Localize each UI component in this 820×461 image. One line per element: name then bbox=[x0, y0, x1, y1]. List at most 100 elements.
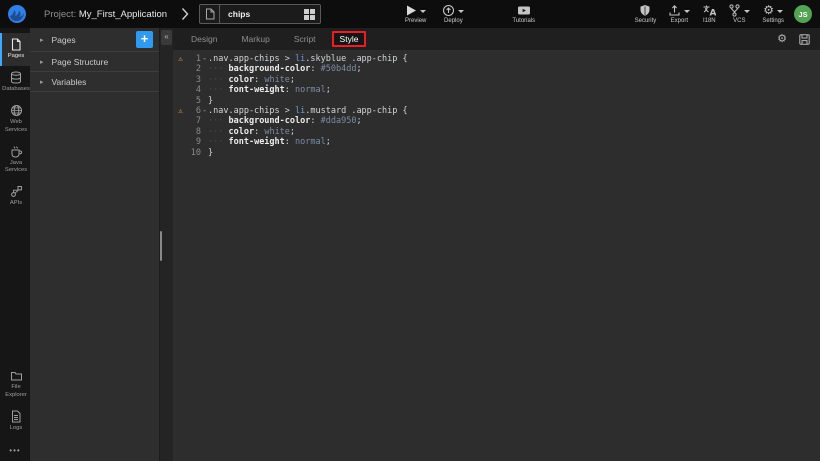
sidebar-item-web-services[interactable]: Web Services bbox=[0, 99, 30, 139]
code-text: ··· color: white; bbox=[208, 75, 295, 85]
tab-markup[interactable]: Markup bbox=[233, 31, 277, 47]
preview-caret-icon[interactable] bbox=[420, 10, 426, 13]
pages-grid-icon[interactable] bbox=[304, 9, 315, 20]
line-number: 5 bbox=[188, 96, 201, 106]
sidebar-item-file-explorer[interactable]: File Explorer bbox=[0, 365, 30, 404]
fold-marker[interactable]: - bbox=[201, 54, 208, 64]
expand-arrow-icon[interactable]: ▸ bbox=[40, 58, 44, 66]
panel-collapse-strip: « bbox=[160, 28, 173, 461]
shield-icon bbox=[639, 4, 651, 17]
code-line[interactable]: ⚠6-.nav.app-chips > li.mustard .app-chip… bbox=[173, 106, 820, 116]
code-line[interactable]: 7 ··· background-color: #dda950; bbox=[173, 116, 820, 126]
sidebar-label-file-explorer: File Explorer bbox=[2, 384, 30, 398]
code-line[interactable]: 3 ··· color: white; bbox=[173, 75, 820, 85]
tab-script[interactable]: Script bbox=[286, 31, 324, 47]
globe-icon bbox=[10, 104, 23, 117]
line-number: 2 bbox=[188, 64, 201, 74]
export-button[interactable]: Export bbox=[668, 4, 690, 24]
code-line[interactable]: ⚠1-.nav.app-chips > li.skyblue .app-chip… bbox=[173, 54, 820, 64]
panel-section-page-structure[interactable]: ▸ Page Structure bbox=[30, 52, 159, 72]
code-line[interactable]: 2 ··· background-color: #50b4dd; bbox=[173, 64, 820, 74]
deploy-button[interactable]: Deploy bbox=[442, 4, 464, 24]
deploy-upload-icon bbox=[442, 4, 455, 17]
expand-arrow-icon[interactable]: ▸ bbox=[40, 36, 44, 44]
line-number: 10 bbox=[188, 148, 201, 158]
fold-marker[interactable]: - bbox=[201, 106, 208, 116]
code-text: } bbox=[208, 148, 213, 158]
save-icon[interactable] bbox=[799, 34, 810, 45]
top-bar: Project: My_First_Application chips Prev… bbox=[0, 0, 820, 28]
security-button[interactable]: Security bbox=[635, 4, 657, 24]
sidebar-label-apis: APIs bbox=[10, 200, 22, 207]
sidebar-item-apis[interactable]: APIs bbox=[0, 180, 30, 213]
line-number: 9 bbox=[188, 137, 201, 147]
panel-scrollbar[interactable] bbox=[160, 231, 162, 261]
line-number: 3 bbox=[188, 75, 201, 85]
editor-settings-gear-icon[interactable]: ⚙ bbox=[777, 33, 787, 45]
line-number: 6 bbox=[188, 106, 201, 116]
vcs-caret-icon[interactable] bbox=[744, 10, 750, 13]
add-page-button[interactable]: + bbox=[136, 31, 153, 48]
panel-section-variables-label: Variables bbox=[52, 77, 87, 87]
code-lines: ⚠1-.nav.app-chips > li.skyblue .app-chip… bbox=[173, 54, 820, 158]
collapse-panel-button[interactable]: « bbox=[161, 30, 172, 45]
page-icon bbox=[10, 38, 22, 51]
topbar-left-actions: Preview Deploy bbox=[405, 4, 464, 24]
preview-button[interactable]: Preview bbox=[405, 4, 426, 24]
expand-arrow-icon[interactable]: ▸ bbox=[40, 78, 44, 86]
panel-section-variables[interactable]: ▸ Variables bbox=[30, 72, 159, 92]
api-nodes-icon bbox=[10, 185, 23, 198]
current-page-selector[interactable]: chips bbox=[199, 4, 321, 24]
tutorials-label: Tutorials bbox=[512, 18, 535, 24]
translate-icon: A bbox=[702, 4, 716, 17]
page-name: chips bbox=[220, 9, 304, 19]
sidebar-item-java-services[interactable]: Java Services bbox=[0, 140, 30, 180]
code-text: ··· background-color: #dda950; bbox=[208, 116, 362, 126]
database-icon bbox=[10, 71, 22, 84]
tabbar-right-icons: ⚙ bbox=[777, 33, 810, 45]
sidebar-label-pages: Pages bbox=[8, 53, 24, 60]
sidebar-label-databases: Databases bbox=[2, 86, 30, 93]
code-text: ··· font-weight: normal; bbox=[208, 137, 331, 147]
code-line[interactable]: 4··· font-weight: normal; bbox=[173, 85, 820, 95]
settings-caret-icon[interactable] bbox=[777, 10, 783, 13]
panel-section-pages[interactable]: ▸ Pages + bbox=[30, 28, 159, 52]
sidebar-item-pages[interactable]: Pages bbox=[0, 33, 30, 66]
i18n-button[interactable]: A I18N bbox=[702, 4, 716, 24]
css-code-editor[interactable]: ⚠1-.nav.app-chips > li.skyblue .app-chip… bbox=[173, 50, 820, 461]
code-text: ··· background-color: #50b4dd; bbox=[208, 64, 362, 74]
export-caret-icon[interactable] bbox=[684, 10, 690, 13]
tutorials-button[interactable]: Tutorials bbox=[512, 4, 535, 24]
code-text: ··· font-weight: normal; bbox=[208, 85, 331, 95]
wavemaker-logo-icon[interactable] bbox=[0, 0, 34, 28]
deploy-caret-icon[interactable] bbox=[458, 10, 464, 13]
play-icon bbox=[405, 4, 417, 17]
tab-design[interactable]: Design bbox=[183, 31, 225, 47]
code-line[interactable]: 10} bbox=[173, 148, 820, 158]
pages-panel: ▸ Pages + ▸ Page Structure ▸ Variables bbox=[30, 28, 160, 461]
sidebar-bottom-group: File Explorer Logs ••• bbox=[0, 365, 30, 461]
code-line[interactable]: 8··· color: white; bbox=[173, 127, 820, 137]
folder-icon bbox=[10, 370, 23, 382]
settings-label: Settings bbox=[762, 18, 784, 24]
code-line[interactable]: 9 ··· font-weight: normal; bbox=[173, 137, 820, 147]
export-label: Export bbox=[671, 18, 688, 24]
more-options-icon[interactable]: ••• bbox=[0, 438, 30, 461]
code-line[interactable]: 5} bbox=[173, 96, 820, 106]
preview-label: Preview bbox=[405, 18, 426, 24]
sidebar-item-logs[interactable]: Logs bbox=[0, 405, 30, 438]
user-avatar[interactable]: JS bbox=[794, 5, 812, 23]
tab-style[interactable]: Style bbox=[332, 31, 367, 47]
topbar-right-actions: Security Export A bbox=[635, 4, 784, 24]
page-file-icon bbox=[200, 5, 220, 23]
sidebar-item-databases[interactable]: Databases bbox=[0, 66, 30, 99]
code-text: .nav.app-chips > li.mustard .app-chip { bbox=[208, 106, 408, 116]
warning-icon: ⚠ bbox=[173, 54, 188, 64]
settings-button[interactable]: ⚙ Settings bbox=[762, 4, 784, 24]
project-breadcrumb: Project: My_First_Application bbox=[44, 9, 167, 20]
sidebar-label-logs: Logs bbox=[10, 425, 23, 432]
breadcrumb-chevron-icon bbox=[181, 7, 189, 21]
gear-icon: ⚙ bbox=[763, 4, 774, 16]
line-number: 7 bbox=[188, 116, 201, 126]
vcs-button[interactable]: VCS bbox=[728, 4, 750, 24]
